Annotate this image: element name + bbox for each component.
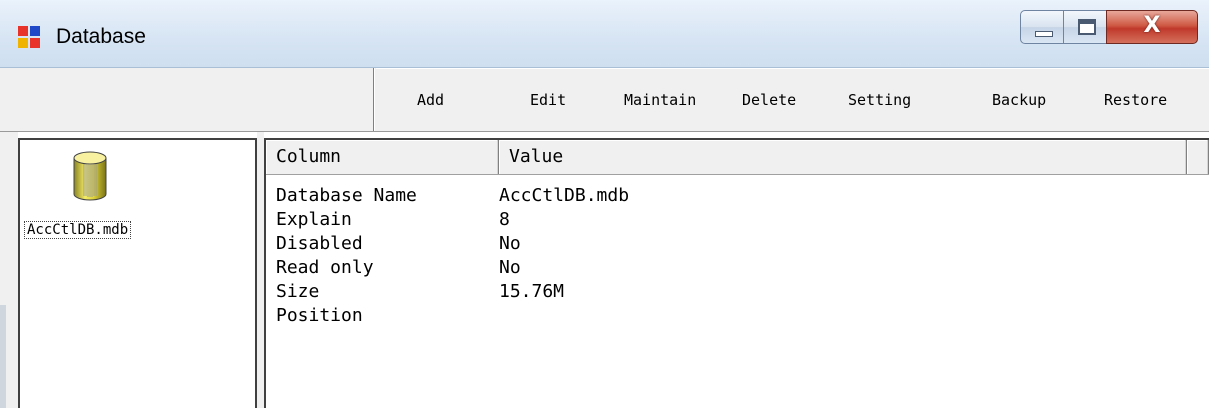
toolbar: Add Edit Maintain Delete Setting Backup … [0, 68, 1209, 132]
property-value: No [499, 257, 521, 278]
property-name: Database Name [276, 185, 417, 206]
property-name: Read only [276, 257, 374, 278]
property-name: Disabled [276, 233, 363, 254]
maximize-icon [1078, 19, 1096, 35]
property-value: 15.76M [499, 281, 565, 302]
list-header: Column Value [266, 140, 1209, 175]
maintain-button[interactable]: Maintain [624, 91, 696, 109]
app-blocks-icon [18, 26, 40, 48]
table-row[interactable]: Size 15.76M [266, 280, 1166, 304]
close-icon: X [1143, 13, 1161, 38]
table-row[interactable]: Explain 8 [266, 208, 1166, 232]
column-header-value[interactable]: Value [499, 140, 1187, 174]
column-header-filler [1187, 140, 1209, 174]
add-button[interactable]: Add [417, 91, 444, 109]
window-edge [0, 305, 6, 408]
properties-list: Column Value Database Name AccCtlDB.mdb … [264, 138, 1209, 408]
close-button[interactable]: X [1106, 10, 1198, 44]
column-header-column[interactable]: Column [266, 140, 499, 174]
title-bar[interactable]: Database X [0, 0, 1209, 68]
database-list: AccCtlDB.mdb [18, 138, 257, 408]
window-title: Database [56, 25, 146, 48]
database-cylinder-icon[interactable] [72, 150, 108, 202]
table-row[interactable]: Position [266, 304, 1166, 328]
database-item-label[interactable]: AccCtlDB.mdb [24, 221, 132, 239]
minimize-icon [1035, 31, 1053, 37]
property-name: Explain [276, 209, 352, 230]
toolbar-buttons: Add Edit Maintain Delete Setting Backup … [376, 68, 1209, 132]
backup-button[interactable]: Backup [992, 91, 1046, 109]
table-row[interactable]: Database Name AccCtlDB.mdb [266, 184, 1166, 208]
property-value: No [499, 233, 521, 254]
table-row[interactable]: Read only No [266, 256, 1166, 280]
maximize-button[interactable] [1063, 10, 1107, 44]
property-value: 8 [499, 209, 510, 230]
property-name: Size [276, 281, 320, 302]
setting-button[interactable]: Setting [848, 91, 911, 109]
property-value: AccCtlDB.mdb [499, 185, 630, 206]
edit-button[interactable]: Edit [530, 91, 566, 109]
toolbar-spacer [0, 68, 374, 131]
minimize-button[interactable] [1020, 10, 1064, 44]
delete-button[interactable]: Delete [742, 91, 796, 109]
table-row[interactable]: Disabled No [266, 232, 1166, 256]
splitter[interactable] [257, 132, 264, 408]
restore-button[interactable]: Restore [1104, 91, 1167, 109]
property-name: Position [276, 305, 363, 326]
